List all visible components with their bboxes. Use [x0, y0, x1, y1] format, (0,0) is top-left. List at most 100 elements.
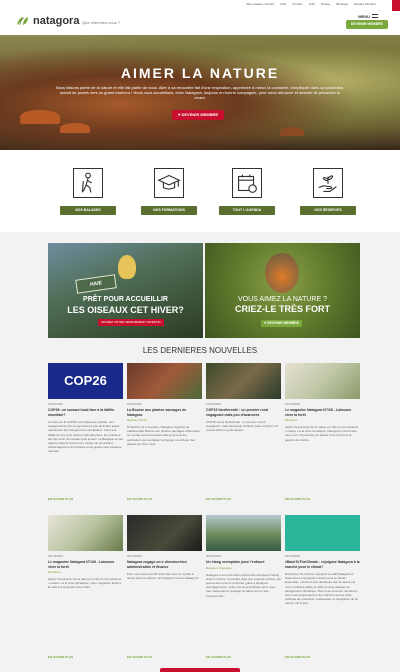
news-text: Dimanche 16 octobre, rejoignez le staff …	[285, 572, 359, 606]
news-card[interactable]: COP26 18/11/2022 COP26: un sursaut local…	[48, 363, 123, 454]
news-heading: LES DERNIERES NOUVELLES	[142, 346, 258, 355]
news-image-chair	[127, 515, 202, 551]
promo-right-title-line2: CRIEZ-LE TRÈS FORT	[235, 304, 330, 314]
news-image-magazine	[285, 363, 360, 399]
become-member-button[interactable]: DEVENIR MEMBRE	[345, 20, 388, 29]
news-image-pond	[206, 515, 281, 551]
news-date: 25/10/2022	[127, 554, 143, 558]
news-tag: Membres	[48, 570, 61, 574]
quick-link-walks-label: NOS BALADES	[60, 206, 116, 215]
quick-link-walks[interactable]: NOS BALADES	[58, 168, 118, 218]
top-link-jobs[interactable]: Jobs	[309, 2, 315, 6]
news-image-cop15	[206, 363, 281, 399]
top-link-shop[interactable]: Boutique	[336, 2, 348, 6]
top-link-contact[interactable]: Contact	[292, 2, 302, 6]
top-link-member-space[interactable]: Mon espace membre	[246, 2, 274, 6]
top-bar: Mon espace membre FAQ Contact Jobs Press…	[0, 0, 400, 11]
hero-banner: AIMER LA NATURE Nous faisons partie de l…	[0, 35, 400, 150]
news-image-climate-march	[285, 515, 360, 551]
promo-left-title-line1: PRÊT POUR ACCUEILLIR	[83, 296, 168, 303]
news-date: 20/10/2022	[206, 554, 222, 558]
promo-left-title: PRÊT POUR ACCUEILLIR LES OISEAUX CET HIV…	[48, 295, 203, 315]
news-title[interactable]: Natagora engage un·e directeur/rice admi…	[127, 560, 202, 569]
more-label[interactable]: EN SAVOIR PLUS	[48, 497, 73, 501]
news-image-cop26: COP26	[48, 363, 123, 399]
news-tag: Réseau Nature	[127, 418, 148, 422]
news-title[interactable]: La Bourse aux plantes sauvages de Natago…	[127, 408, 202, 417]
graduation-cap-icon	[154, 168, 184, 198]
mushroom-decoration	[280, 127, 304, 136]
news-title[interactable]: Un étang exemplaire pour l'enfouré	[206, 560, 281, 565]
news-tag: Réseaux Nouvelles	[206, 565, 232, 570]
hand-plant-icon	[313, 168, 343, 198]
top-link-faq[interactable]: FAQ	[280, 2, 286, 6]
news-text: Après l'importance de la nature en ville…	[48, 577, 122, 590]
site-header: natagora MENU DEVENIR MEMBRE	[0, 11, 400, 35]
hiking-icon	[73, 168, 103, 198]
quick-links: NOS BALADES NOS FORMATIONS TOUT L'AGENDA…	[0, 150, 400, 232]
hero-text: Nous faisons partie de la nature et elle…	[55, 85, 345, 100]
news-title[interactable]: #BackToTheClimate : rejoignez Natagora à…	[285, 560, 360, 569]
promo-bird-winter[interactable]: HAIE PRÊT POUR ACCUEILLIR LES OISEAUX CE…	[48, 243, 203, 338]
promo-left-button[interactable]: OFFREZ VOTRE ABONNEMENT INVESTIR	[98, 319, 164, 326]
news-tag: Membres	[285, 418, 298, 422]
news-image-magazine-2	[48, 515, 123, 551]
hamburger-icon[interactable]	[372, 14, 378, 18]
quick-link-trainings-label: NOS FORMATIONS	[141, 206, 197, 215]
logo-text: natagora	[33, 15, 80, 27]
hero-button-label: DEVENIR MEMBRE	[181, 112, 219, 117]
news-date: 16/11/2022	[127, 402, 142, 406]
news-card[interactable]: 20/10/2022 Un étang exemplaire pour l'en…	[206, 515, 281, 598]
news-date: 26/10/2022	[48, 554, 64, 558]
more-label[interactable]: EN SAVOIR PLUS	[285, 655, 310, 659]
logo[interactable]: natagora	[16, 15, 79, 27]
promo-left-title-line2: LES OISEAUX CET HIVER?	[67, 305, 184, 315]
news-image-plants	[127, 363, 202, 399]
mushroom-decoration	[60, 123, 90, 133]
news-card[interactable]: 25/10/2022 Natagora engage un·e directeu…	[127, 515, 202, 580]
account-icon[interactable]	[392, 0, 400, 11]
bird-image	[118, 255, 136, 279]
quick-link-agenda[interactable]: TOUT L'AGENDA	[217, 168, 277, 218]
calendar-icon	[232, 168, 262, 198]
sign-text: HAIE	[89, 280, 103, 288]
mushroom-decoration	[20, 110, 60, 124]
hero-title: AIMER LA NATURE	[120, 65, 280, 81]
more-label[interactable]: EN SAVOIR PLUS	[206, 497, 231, 501]
news-date: 14/11/2022	[285, 402, 300, 406]
bottom-red-bar	[160, 668, 240, 672]
news-card[interactable]: 15/11/2022 COP15 biodiversité : un premi…	[206, 363, 281, 433]
news-text: La lettre de la COP26 est finalement tom…	[48, 420, 123, 454]
top-link-press[interactable]: Presse	[321, 2, 330, 6]
menu-label[interactable]: MENU	[358, 14, 370, 19]
hero-member-button[interactable]: ♥ DEVENIR MEMBRE	[172, 110, 225, 120]
news-date: 15/11/2022	[206, 402, 221, 406]
top-links: Mon espace membre FAQ Contact Jobs Press…	[246, 2, 376, 6]
bird-robin-image	[265, 253, 299, 293]
news-title[interactable]: Le magazine Natagora N°106 - Laissons vi…	[285, 408, 360, 417]
news-card[interactable]: 20/10/2022 #BackToTheClimate : rejoignez…	[285, 515, 360, 606]
news-title[interactable]: COP15 biodiversité : un premier rond eng…	[206, 408, 281, 417]
news-text: COP15 sur la biodiversité : un premier r…	[206, 420, 279, 433]
news-text: Pour une entrée au 28 novembre pour le c…	[127, 572, 200, 581]
news-date: 18/11/2022	[48, 402, 63, 406]
more-label[interactable]: EN SAVOIR PLUS	[48, 655, 73, 659]
news-date: 20/10/2022	[285, 554, 301, 558]
news-card[interactable]: 16/11/2022 La Bourse aux plantes sauvage…	[127, 363, 202, 446]
promo-right-button[interactable]: ♥ DEVENIR MEMBRE	[261, 320, 303, 327]
more-label[interactable]: EN SAVOIR PLUS	[285, 497, 310, 501]
promo-love-nature[interactable]: VOUS AIMEZ LA NATURE ? CRIEZ-LE TRÈS FOR…	[205, 243, 360, 338]
news-title[interactable]: COP26: un sursaut local face à la failli…	[48, 408, 123, 417]
promo-right-title-line1: VOUS AIMEZ LA NATURE ?	[238, 296, 327, 303]
quick-link-reserves[interactable]: NOS RÉSERVES	[298, 168, 358, 218]
more-label[interactable]: EN SAVOIR PLUS	[206, 655, 231, 659]
quick-link-trainings[interactable]: NOS FORMATIONS	[139, 168, 199, 218]
news-card[interactable]: 26/10/2022 Le magazine Natagora N°106 - …	[48, 515, 123, 590]
news-card[interactable]: 14/11/2022 Le magazine Natagora N°106 - …	[285, 363, 360, 442]
top-link-account[interactable]: Espace Membre	[354, 2, 376, 6]
more-label[interactable]: EN SAVOIR PLUS	[127, 497, 152, 501]
more-label[interactable]: EN SAVOIR PLUS	[127, 655, 152, 659]
news-title[interactable]: Le magazine Natagora N°106 - Laissons vi…	[48, 560, 123, 569]
search-input[interactable]	[82, 19, 152, 26]
news-text: Dimanche 21 novembre, Natagora organise …	[127, 425, 201, 446]
